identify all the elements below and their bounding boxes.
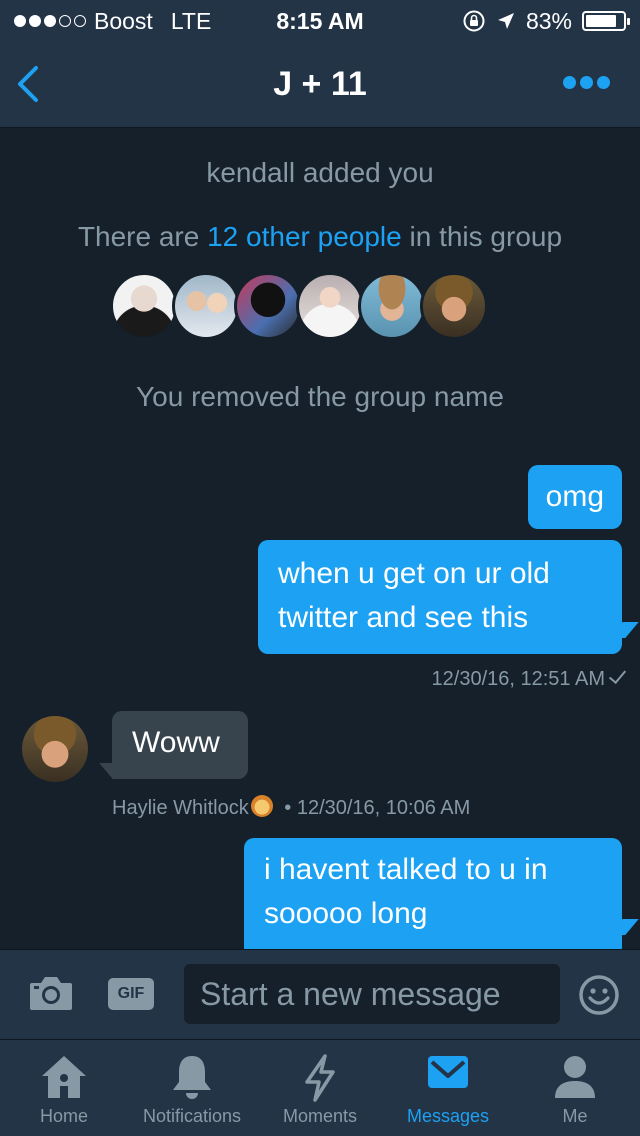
avatar[interactable]	[110, 272, 178, 340]
message-bubble-sent[interactable]: omg	[527, 465, 622, 529]
message-text-line: twitter and see this	[278, 601, 529, 634]
avatar[interactable]	[172, 272, 240, 340]
back-chevron-icon[interactable]	[14, 64, 44, 104]
more-options-icon[interactable]	[563, 76, 610, 89]
message-text-line: sooooo long	[264, 897, 428, 930]
tab-home[interactable]: Home	[14, 1040, 114, 1136]
carrier-name: Boost	[94, 7, 153, 34]
removed-notice: You removed the group name	[136, 381, 504, 412]
location-arrow-icon	[497, 13, 514, 29]
tab-me[interactable]: Me	[530, 1040, 620, 1136]
lightning-bolt-icon	[305, 1054, 335, 1102]
group-avatars	[110, 272, 488, 340]
message-text: Woww	[132, 726, 220, 759]
sender-avatar[interactable]	[22, 716, 88, 782]
conversation-thread[interactable]: kendall added you There are 12 other peo…	[0, 129, 640, 949]
group-members-link[interactable]: 12 other people	[207, 221, 402, 252]
battery-percent: 83%	[525, 7, 572, 34]
tab-moments[interactable]: Moments	[270, 1040, 370, 1136]
tab-label: Me	[562, 1106, 588, 1126]
avatar[interactable]	[234, 272, 302, 340]
lion-emoji-icon	[250, 795, 273, 817]
tab-label: Moments	[282, 1106, 358, 1126]
sender-name[interactable]: Haylie Whitlock	[112, 797, 249, 819]
conversation-header: J + 11	[0, 42, 640, 128]
tab-notifications[interactable]: Notifications	[128, 1040, 256, 1136]
tab-label: Home	[39, 1106, 88, 1126]
message-text-line: i havent talked to u in	[264, 853, 548, 886]
message-text-line: when u get on ur old	[278, 557, 550, 590]
home-icon	[42, 1056, 86, 1098]
status-right: 83%	[462, 7, 630, 35]
group-info-prefix: There are	[77, 221, 208, 252]
message-text: omg	[545, 480, 604, 513]
group-info: There are 12 other people in this group	[0, 221, 640, 253]
status-left: Boost LTE	[14, 8, 254, 35]
tab-label: Messages	[406, 1106, 490, 1126]
received-timestamp: • 12/30/16, 10:06 AM	[284, 797, 471, 819]
message-bubble-sent[interactable]: when u get on ur old twitter and see thi…	[258, 540, 622, 654]
battery-icon	[582, 11, 630, 31]
bell-icon	[173, 1056, 211, 1099]
tab-label: Notifications	[142, 1106, 242, 1126]
conversation-title[interactable]: J + 11	[273, 65, 367, 104]
emoji-smiley-icon[interactable]	[578, 974, 620, 1016]
message-bubble-sent[interactable]: i havent talked to u in sooooo long	[244, 838, 622, 949]
message-input[interactable]	[184, 964, 560, 1024]
added-notice: kendall added you	[206, 157, 434, 188]
avatar[interactable]	[420, 272, 488, 340]
signal-strength-icon	[14, 15, 86, 27]
camera-icon[interactable]	[28, 974, 74, 1012]
gif-button[interactable]: GIF	[108, 978, 154, 1010]
message-bubble-received[interactable]: Woww	[112, 711, 248, 779]
avatar[interactable]	[358, 272, 426, 340]
envelope-icon	[428, 1056, 468, 1088]
person-icon	[555, 1056, 595, 1098]
group-info-suffix: in this group	[401, 221, 563, 252]
message-composer: GIF	[0, 949, 640, 1039]
tab-bar: Home Notifications Moments Messages Me	[0, 1039, 640, 1136]
message-meta: 12/30/16, 12:51 AM	[431, 665, 627, 691]
network-type: LTE	[170, 7, 212, 34]
avatar[interactable]	[296, 272, 364, 340]
status-bar: Boost LTE 8:15 AM 83%	[0, 0, 640, 42]
tab-messages[interactable]: Messages	[396, 1040, 500, 1136]
message-timestamp: 12/30/16, 12:51 AM	[431, 668, 605, 690]
rotation-lock-icon	[463, 10, 485, 32]
delivered-check-icon	[608, 665, 627, 685]
received-meta: Haylie Whitlock • 12/30/16, 10:06 AM	[112, 795, 470, 820]
